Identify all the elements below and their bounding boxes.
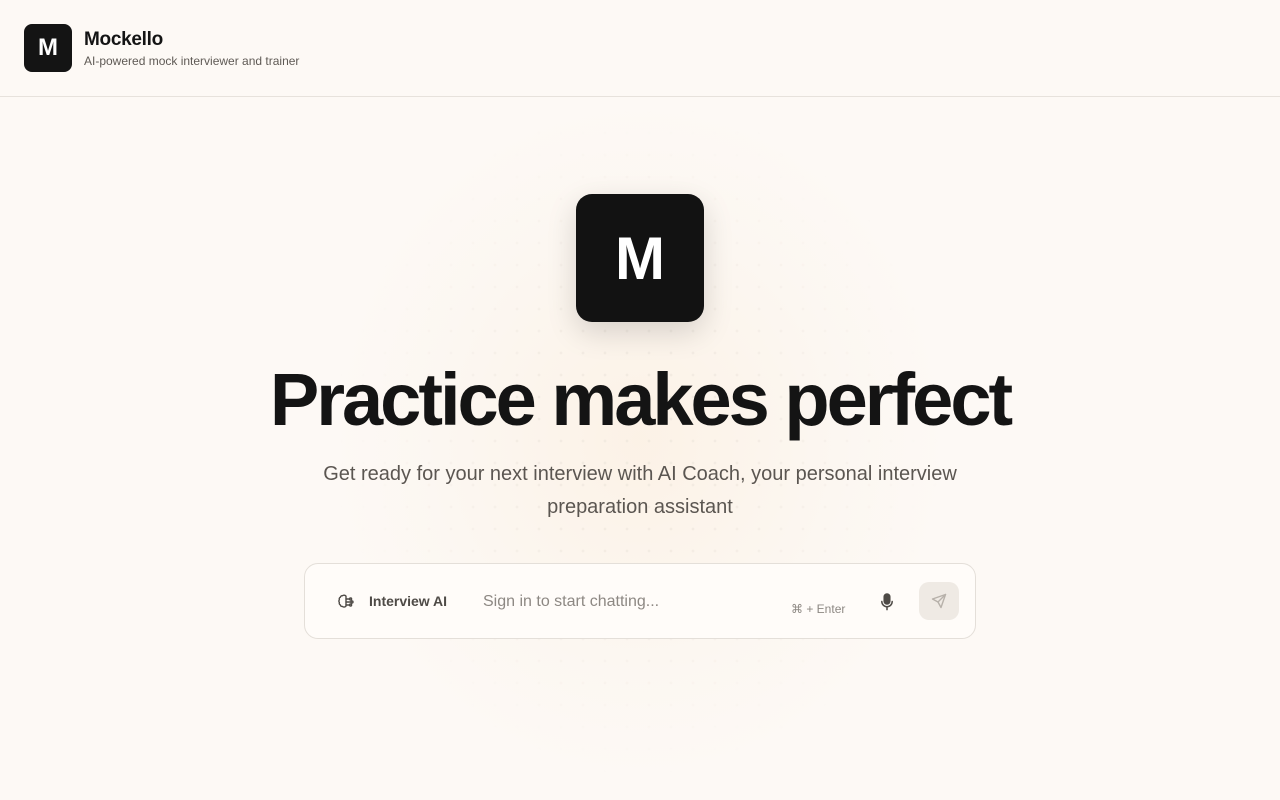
app-tagline: AI-powered mock interviewer and trainer xyxy=(84,53,300,68)
hero-title: Practice makes perfect xyxy=(269,358,1013,441)
send-button[interactable] xyxy=(919,582,959,620)
send-icon xyxy=(931,593,947,609)
brand: Mockello AI-powered mock interviewer and… xyxy=(84,29,299,68)
send-shortcut-hint: ⌘ + Enter xyxy=(791,602,846,616)
hero-logo: M xyxy=(576,194,704,322)
app-header: M Mockello AI-powered mock interviewer a… xyxy=(0,0,1280,97)
page: M Mockello AI-powered mock interviewer a… xyxy=(0,0,1280,800)
mode-selector-label[interactable]: Interview AI xyxy=(369,593,447,609)
hero-subtitle: Get ready for your next interview with A… xyxy=(323,463,957,518)
chat-input[interactable] xyxy=(483,588,783,616)
microphone-icon[interactable] xyxy=(879,592,895,612)
app-logo[interactable]: M xyxy=(24,24,72,72)
app-logo-letter: M xyxy=(38,34,58,61)
app-name: Mockello xyxy=(84,28,163,50)
chat-input-box: Interview AI ⌘ + Enter xyxy=(304,563,976,639)
brain-icon[interactable] xyxy=(337,593,355,611)
hero-logo-letter: M xyxy=(615,224,665,292)
